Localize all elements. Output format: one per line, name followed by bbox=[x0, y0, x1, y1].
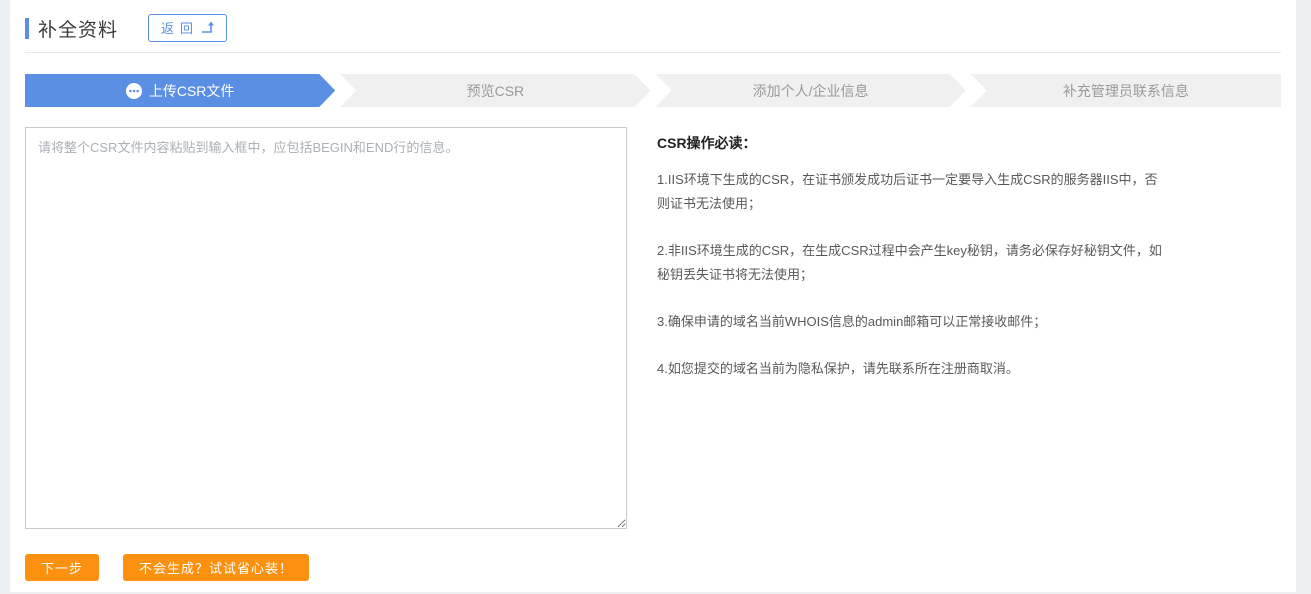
header-divider bbox=[25, 52, 1281, 53]
csr-input[interactable] bbox=[25, 127, 627, 529]
instruction-item: 1.IIS环境下生成的CSR，在证书颁发成功后证书一定要导入生成CSR的服务器I… bbox=[657, 168, 1163, 216]
main-area: CSR操作必读： 1.IIS环境下生成的CSR，在证书颁发成功后证书一定要导入生… bbox=[25, 127, 1281, 529]
page-title: 补全资料 bbox=[38, 15, 118, 42]
instruction-item: 3.确保申请的域名当前WHOIS信息的admin邮箱可以正常接收邮件； bbox=[657, 310, 1163, 334]
back-button-label: 返回 bbox=[161, 18, 199, 37]
title-accent-bar bbox=[25, 18, 29, 39]
next-step-button[interactable]: 下一步 bbox=[25, 554, 99, 581]
easy-install-button[interactable]: 不会生成？试试省心装！ bbox=[123, 554, 309, 581]
content-area: 补全资料 返回 上传CSR文件 bbox=[10, 0, 1296, 592]
step-wizard: 上传CSR文件 预览CSR 添加个人/企业信息 补充管理员联系信息 bbox=[25, 74, 1281, 107]
instructions-heading: CSR操作必读： bbox=[657, 131, 1163, 155]
step-upload-csr[interactable]: 上传CSR文件 bbox=[25, 74, 335, 107]
back-button[interactable]: 返回 bbox=[148, 14, 227, 42]
action-bar: 下一步 不会生成？试试省心装！ bbox=[25, 554, 1281, 581]
step-add-info[interactable]: 添加个人/企业信息 bbox=[656, 74, 966, 107]
page-header: 补全资料 返回 bbox=[25, 14, 1281, 42]
return-arrow-icon bbox=[199, 21, 216, 34]
step-label: 上传CSR文件 bbox=[149, 81, 235, 101]
step-admin-contact[interactable]: 补充管理员联系信息 bbox=[971, 74, 1281, 107]
step-label: 添加个人/企业信息 bbox=[753, 81, 869, 101]
csr-instructions-panel: CSR操作必读： 1.IIS环境下生成的CSR，在证书颁发成功后证书一定要导入生… bbox=[657, 127, 1163, 529]
step-preview-csr[interactable]: 预览CSR bbox=[340, 74, 650, 107]
instruction-item: 2.非IIS环境生成的CSR，在生成CSR过程中会产生key秘钥，请务必保存好秘… bbox=[657, 239, 1163, 287]
step-label: 预览CSR bbox=[467, 81, 525, 101]
instruction-item: 4.如您提交的域名当前为隐私保护，请先联系所在注册商取消。 bbox=[657, 357, 1163, 381]
step-label: 补充管理员联系信息 bbox=[1063, 81, 1189, 101]
comment-dots-icon bbox=[126, 83, 142, 99]
